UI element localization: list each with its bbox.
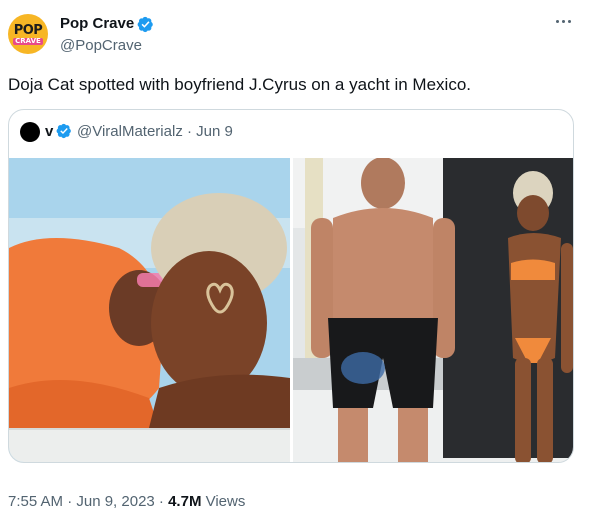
quoted-handle-date[interactable]: @ViralMaterialz · Jun 9 [77, 123, 233, 140]
photo-couple-kissing [9, 158, 290, 462]
verified-badge-icon [56, 123, 71, 139]
verified-badge-icon [137, 16, 153, 33]
views-label: Views [201, 493, 246, 510]
quoted-author-name[interactable]: v [45, 123, 53, 140]
tweet-timestamp[interactable]: 7:55 AM · Jun 9, 2023 · [8, 493, 168, 510]
media-image-left[interactable] [9, 158, 290, 462]
tweet-text: Doja Cat spotted with boyfriend J.Cyrus … [8, 75, 471, 94]
author-avatar[interactable]: POP CRAVE [8, 14, 48, 54]
more-options-icon[interactable] [556, 18, 574, 24]
author-display-name[interactable]: Pop Crave [60, 15, 134, 32]
author-handle[interactable]: @PopCrave [60, 37, 142, 54]
photo-couple-standing [293, 158, 573, 462]
quoted-media-grid[interactable] [9, 158, 573, 462]
media-image-right[interactable] [293, 158, 573, 462]
tweet[interactable]: POP CRAVE Pop Crave @PopCrave Doja Cat s… [0, 0, 590, 524]
views-count: 4.7M [168, 493, 202, 510]
quoted-author-avatar[interactable] [20, 122, 40, 142]
quoted-tweet[interactable]: v @ViralMaterialz · Jun 9 [8, 109, 574, 463]
pop-crave-logo: POP CRAVE [13, 22, 43, 45]
tweet-footer: 7:55 AM · Jun 9, 2023 · 4.7M Views [8, 493, 245, 510]
